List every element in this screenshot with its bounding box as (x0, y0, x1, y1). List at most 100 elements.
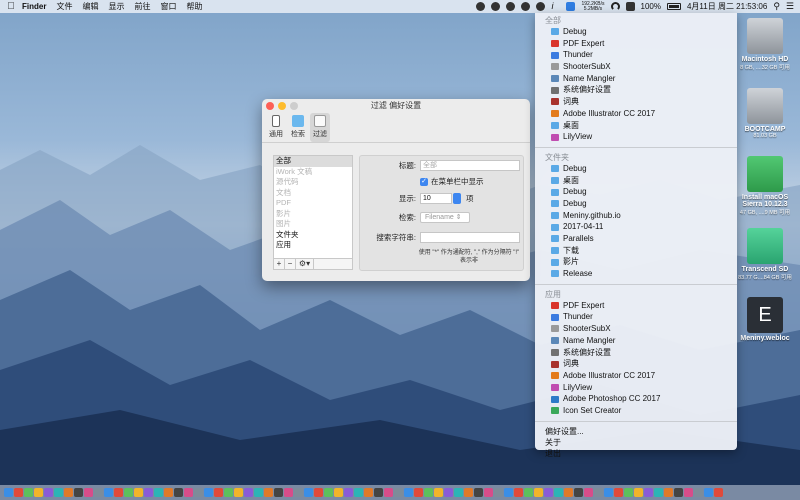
menu-all-item[interactable]: Adobe Illustrator CC 2017 (535, 108, 737, 120)
dock-app-icon[interactable] (134, 488, 143, 497)
show-count-field[interactable]: 10 (420, 193, 452, 204)
dock-app-icon[interactable] (464, 488, 473, 497)
close-button[interactable] (266, 102, 274, 110)
list-item[interactable]: 影片 (274, 209, 352, 220)
dock-app-icon[interactable] (394, 488, 403, 497)
dock-app-icon[interactable] (244, 488, 253, 497)
dock-app-icon[interactable] (214, 488, 223, 497)
wifi-icon[interactable] (610, 2, 620, 11)
menu-all-item[interactable]: 桌面 (535, 120, 737, 132)
zoom-button[interactable] (290, 102, 298, 110)
headphones-icon[interactable] (521, 2, 531, 11)
show-count-stepper[interactable] (453, 193, 461, 204)
dock-app-icon[interactable] (234, 488, 243, 497)
dock-app-icon[interactable] (554, 488, 563, 497)
dock-app-icon[interactable] (484, 488, 493, 497)
apple-menu-icon[interactable]:  (0, 1, 22, 12)
menu-item-about[interactable]: 关于 (535, 437, 737, 448)
list-item[interactable]: PDF (274, 198, 352, 209)
dock-app-icon[interactable] (164, 488, 173, 497)
desktop-icon-macintosh-hd[interactable]: Macintosh HD 8 GB, ....32 GB 可用 (737, 18, 793, 71)
menu-folder-item[interactable]: Debug (535, 186, 737, 198)
dock-app-icon[interactable] (344, 488, 353, 497)
dock-app-icon[interactable] (534, 488, 543, 497)
dock-app-icon[interactable] (414, 488, 423, 497)
dock-app-icon[interactable] (104, 488, 113, 497)
list-item[interactable]: 源代码 (274, 177, 352, 188)
menu-all-item[interactable]: Thunder (535, 49, 737, 61)
desktop-icon-bootcamp[interactable]: BOOTCAMP 81.03 GB (737, 88, 793, 139)
menu-all-item[interactable]: PDF Expert (535, 38, 737, 50)
title-field[interactable]: 全部 (420, 160, 520, 171)
dock-app-icon[interactable] (544, 488, 553, 497)
dock-app-icon[interactable] (384, 488, 393, 497)
dock-app-icon[interactable] (624, 488, 633, 497)
dock-app-icon[interactable] (14, 488, 23, 497)
dock-app-icon[interactable] (184, 488, 193, 497)
cloud-icon[interactable] (536, 2, 546, 11)
dock-app-icon[interactable] (454, 488, 463, 497)
dock-app-icon[interactable] (444, 488, 453, 497)
menu-view[interactable]: 显示 (108, 1, 124, 12)
menu-app-item[interactable]: 词典 (535, 358, 737, 370)
menu-all-item[interactable]: Debug (535, 26, 737, 38)
dock-app-icon[interactable] (354, 488, 363, 497)
dock-app-icon[interactable] (714, 488, 723, 497)
dock-app-icon[interactable] (144, 488, 153, 497)
dock-app-icon[interactable] (424, 488, 433, 497)
dock-app-icon[interactable] (594, 488, 603, 497)
list-item[interactable]: 文档 (274, 188, 352, 199)
menu-all-item[interactable]: 系统偏好设置 (535, 84, 737, 96)
dock-app-icon[interactable] (434, 488, 443, 497)
menu-app-item[interactable]: Thunder (535, 311, 737, 323)
list-item[interactable]: 文件夹 (274, 230, 352, 241)
minimize-button[interactable] (278, 102, 286, 110)
dock-app-icon[interactable] (254, 488, 263, 497)
dock-app-icon[interactable] (574, 488, 583, 497)
window-titlebar[interactable]: 过滤 偏好设置 (262, 99, 530, 113)
dock-app-icon[interactable] (614, 488, 623, 497)
dock-app-icon[interactable] (64, 488, 73, 497)
dock-app-icon[interactable] (514, 488, 523, 497)
menu-all-item[interactable]: Name Mangler (535, 73, 737, 85)
tab-general[interactable]: 通用 (266, 113, 286, 142)
desktop-icon-transcend-sd[interactable]: Transcend SD 83.77 G....84 GB 可用 (737, 228, 793, 281)
dock-app-icon[interactable] (224, 488, 233, 497)
dock-app-icon[interactable] (54, 488, 63, 497)
dock-app-icon[interactable] (154, 488, 163, 497)
dock-app-icon[interactable] (504, 488, 513, 497)
show-in-menu-checkbox[interactable]: ✓ (420, 177, 428, 186)
desktop-icon-install-macos[interactable]: Install macOS Sierra 10.12.3 47 GB, ....… (737, 156, 793, 216)
menu-item-quit[interactable]: 退出 (535, 448, 737, 459)
menu-app-item[interactable]: Adobe Illustrator CC 2017 (535, 370, 737, 382)
dock-app-icon[interactable] (644, 488, 653, 497)
dock-app-icon[interactable] (24, 488, 33, 497)
list-icon[interactable]: ☰ (786, 1, 794, 12)
dock-app-icon[interactable] (474, 488, 483, 497)
dock-app-icon[interactable] (44, 488, 53, 497)
dock-app-icon[interactable] (34, 488, 43, 497)
menu-folder-item[interactable]: 下载 (535, 245, 737, 257)
dock-app-icon[interactable] (374, 488, 383, 497)
menu-app-item[interactable]: 系统偏好设置 (535, 347, 737, 359)
dock-app-icon[interactable] (264, 488, 273, 497)
search-icon[interactable]: ⚲ (773, 1, 780, 12)
menu-app-item[interactable]: Icon Set Creator (535, 405, 737, 417)
dark-circle-icon[interactable] (506, 2, 516, 11)
s-icon[interactable] (625, 2, 635, 11)
dock-app-icon[interactable] (494, 488, 503, 497)
menu-window[interactable]: 窗口 (160, 1, 176, 12)
battery-icon[interactable] (666, 3, 681, 10)
list-item[interactable]: 全部 (274, 156, 352, 167)
dock-app-icon[interactable] (654, 488, 663, 497)
dock-app-icon[interactable] (584, 488, 593, 497)
search-string-field[interactable] (420, 232, 520, 243)
dock-app-icon[interactable] (314, 488, 323, 497)
qq-icon[interactable] (491, 2, 501, 11)
dock-app-icon[interactable] (564, 488, 573, 497)
dock-app-icon[interactable] (704, 488, 713, 497)
menu-app-item[interactable]: Adobe Photoshop CC 2017 (535, 393, 737, 405)
menu-app-item[interactable]: PDF Expert (535, 300, 737, 312)
tab-search[interactable]: 检索 (288, 113, 308, 142)
dock-app-icon[interactable] (114, 488, 123, 497)
